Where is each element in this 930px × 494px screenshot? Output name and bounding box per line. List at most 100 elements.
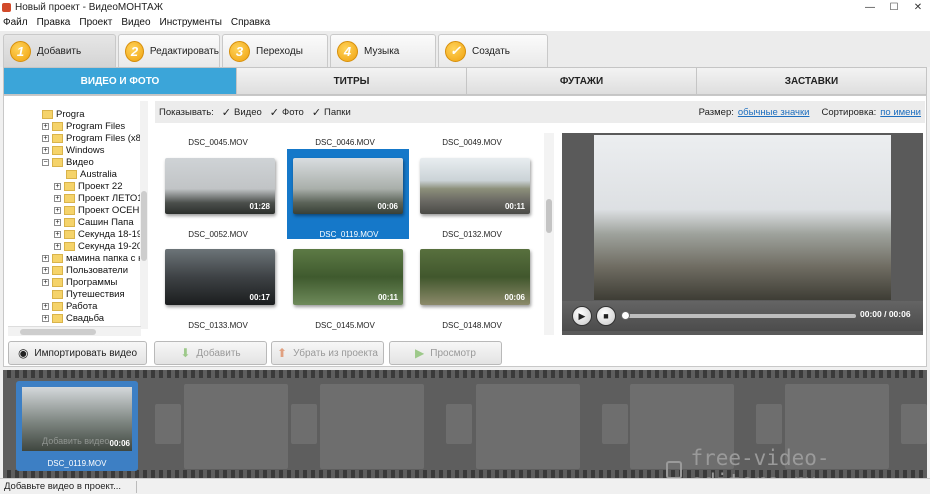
file-name: DSC_0046.MOV: [315, 138, 375, 147]
tree-item[interactable]: + Сашин Папа: [54, 216, 134, 228]
expand-icon[interactable]: +: [42, 314, 49, 322]
minimize-icon[interactable]: —: [858, 0, 882, 14]
close-icon[interactable]: ✕: [906, 0, 930, 14]
check-icon: ✓: [445, 40, 466, 62]
scroll-thumb[interactable]: [20, 329, 96, 335]
stop-icon[interactable]: ■: [596, 306, 616, 326]
folder-icon: [52, 265, 63, 275]
expand-icon[interactable]: +: [54, 242, 61, 250]
step-tabs: 1 Добавить 2 Редактировать 3 Переходы 4 …: [0, 31, 930, 67]
scroll-thumb[interactable]: [546, 199, 552, 233]
expand-icon[interactable]: +: [42, 134, 49, 142]
menu-help[interactable]: Справка: [231, 17, 270, 28]
menu-project[interactable]: Проект: [79, 17, 112, 28]
photo-checkbox[interactable]: ✓ Фото: [270, 106, 304, 119]
timeline: Добавить видео 00:06 DSC_0119.MOV free-v…: [3, 370, 927, 494]
video-thumbnail[interactable]: 00:06: [293, 158, 403, 214]
expand-icon[interactable]: +: [42, 302, 49, 310]
step-music[interactable]: 4 Музыка: [330, 34, 436, 67]
video-thumbnail[interactable]: 01:28: [165, 158, 275, 214]
folder-icon: [52, 313, 63, 323]
expand-icon[interactable]: +: [54, 218, 61, 226]
add-button[interactable]: ⬇ Добавить: [154, 341, 267, 365]
tree-item[interactable]: + Свадьба: [42, 312, 104, 324]
timeline-slot[interactable]: [476, 384, 580, 469]
play-icon[interactable]: ▶: [572, 306, 592, 326]
video-thumbnail[interactable]: 00:17: [165, 249, 275, 305]
preview-button[interactable]: ▶ Просмотр: [389, 341, 502, 365]
tree-horizontal-scrollbar[interactable]: [8, 326, 141, 336]
expand-icon[interactable]: +: [42, 278, 49, 286]
timeline-slot[interactable]: [320, 384, 424, 469]
expand-icon[interactable]: +: [42, 146, 49, 154]
expand-icon[interactable]: +: [42, 122, 49, 130]
tree-vertical-scrollbar[interactable]: [140, 101, 148, 329]
tree-item[interactable]: + Windows: [42, 144, 105, 156]
grid-scrollbar[interactable]: [544, 133, 554, 335]
tab-video-photo[interactable]: ВИДЕО И ФОТО: [4, 68, 237, 94]
folder-icon: [64, 193, 75, 203]
expand-icon[interactable]: +: [54, 182, 61, 190]
tree-item[interactable]: + Программы: [42, 276, 117, 288]
video-thumbnail[interactable]: 00:11: [293, 249, 403, 305]
tree-item[interactable]: + Проект ОСЕНЬ: [54, 204, 146, 216]
seek-bar[interactable]: [626, 314, 856, 318]
film-perforation: [3, 370, 927, 378]
seek-handle[interactable]: [621, 311, 630, 320]
expand-icon[interactable]: +: [54, 194, 61, 202]
collapse-icon[interactable]: −: [42, 158, 49, 166]
timeline-slot[interactable]: [184, 384, 288, 469]
scroll-thumb[interactable]: [141, 191, 147, 261]
folder-icon: [52, 301, 63, 311]
tree-item[interactable]: Путешествия: [52, 288, 125, 300]
expand-icon[interactable]: +: [42, 266, 49, 274]
remove-button[interactable]: ⬆ Убрать из проекта: [271, 341, 384, 365]
status-text: Добавьте видео в проект...: [4, 481, 122, 492]
menu-edit[interactable]: Правка: [37, 17, 71, 28]
expand-icon[interactable]: +: [54, 230, 61, 238]
tree-item[interactable]: + мамина папка с к: [42, 252, 142, 264]
video-thumbnail[interactable]: 00:11: [420, 158, 530, 214]
tree-item[interactable]: + Проект ЛЕТО1: [54, 192, 143, 204]
show-label: Показывать:: [159, 106, 214, 118]
tree-item[interactable]: + Пользователи: [42, 264, 128, 276]
folders-checkbox[interactable]: ✓ Папки: [312, 106, 351, 119]
maximize-icon[interactable]: ☐: [882, 0, 906, 14]
tree-item[interactable]: + Секунда 18-19: [54, 228, 142, 240]
timeline-clip[interactable]: Добавить видео 00:06 DSC_0119.MOV: [16, 381, 138, 471]
tree-item[interactable]: + Program Files: [42, 120, 125, 132]
video-checkbox[interactable]: ✓ Видео: [222, 106, 262, 119]
tree-item[interactable]: + Секунда 19-20: [54, 240, 142, 252]
step-edit[interactable]: 2 Редактировать: [118, 34, 220, 67]
tab-footage[interactable]: ФУТАЖИ: [467, 68, 697, 94]
tree-item[interactable]: + Program Files (x8: [42, 132, 141, 144]
step-number-icon: 1: [10, 40, 31, 62]
size-link[interactable]: обычные значки: [738, 107, 810, 118]
expand-icon[interactable]: +: [54, 206, 61, 214]
file-name: DSC_0132.MOV: [442, 230, 502, 239]
sort-link[interactable]: по имени: [880, 107, 921, 118]
folder-icon: [64, 241, 75, 251]
tree-item[interactable]: − Видео: [42, 156, 94, 168]
folder-tree[interactable]: Progra + Program Files + Program Files (x8…: [8, 101, 151, 337]
tree-item[interactable]: Progra: [42, 108, 85, 120]
clip-duration: 00:06: [109, 439, 130, 448]
step-create[interactable]: ✓ Создать: [438, 34, 548, 67]
menu-file[interactable]: Файл: [3, 17, 28, 28]
menu-tools[interactable]: Инструменты: [160, 17, 222, 28]
step-transitions[interactable]: 3 Переходы: [222, 34, 328, 67]
tab-titles[interactable]: ТИТРЫ: [237, 68, 467, 94]
import-video-button[interactable]: ◉ Импортировать видео: [8, 341, 147, 365]
step-add[interactable]: 1 Добавить: [3, 34, 116, 67]
folder-icon: [64, 217, 75, 227]
tree-item[interactable]: + Работа: [42, 300, 97, 312]
menu-video[interactable]: Видео: [121, 17, 150, 28]
file-name: DSC_0045.MOV: [188, 138, 248, 147]
expand-icon[interactable]: +: [42, 254, 49, 262]
video-thumbnail[interactable]: 00:06: [420, 249, 530, 305]
tree-item[interactable]: Australia: [66, 168, 117, 180]
tree-item[interactable]: + Проект 22: [54, 180, 123, 192]
folder-icon: [52, 145, 63, 155]
arrow-up-icon: ⬆: [277, 346, 288, 360]
tab-intros[interactable]: ЗАСТАВКИ: [697, 68, 926, 94]
